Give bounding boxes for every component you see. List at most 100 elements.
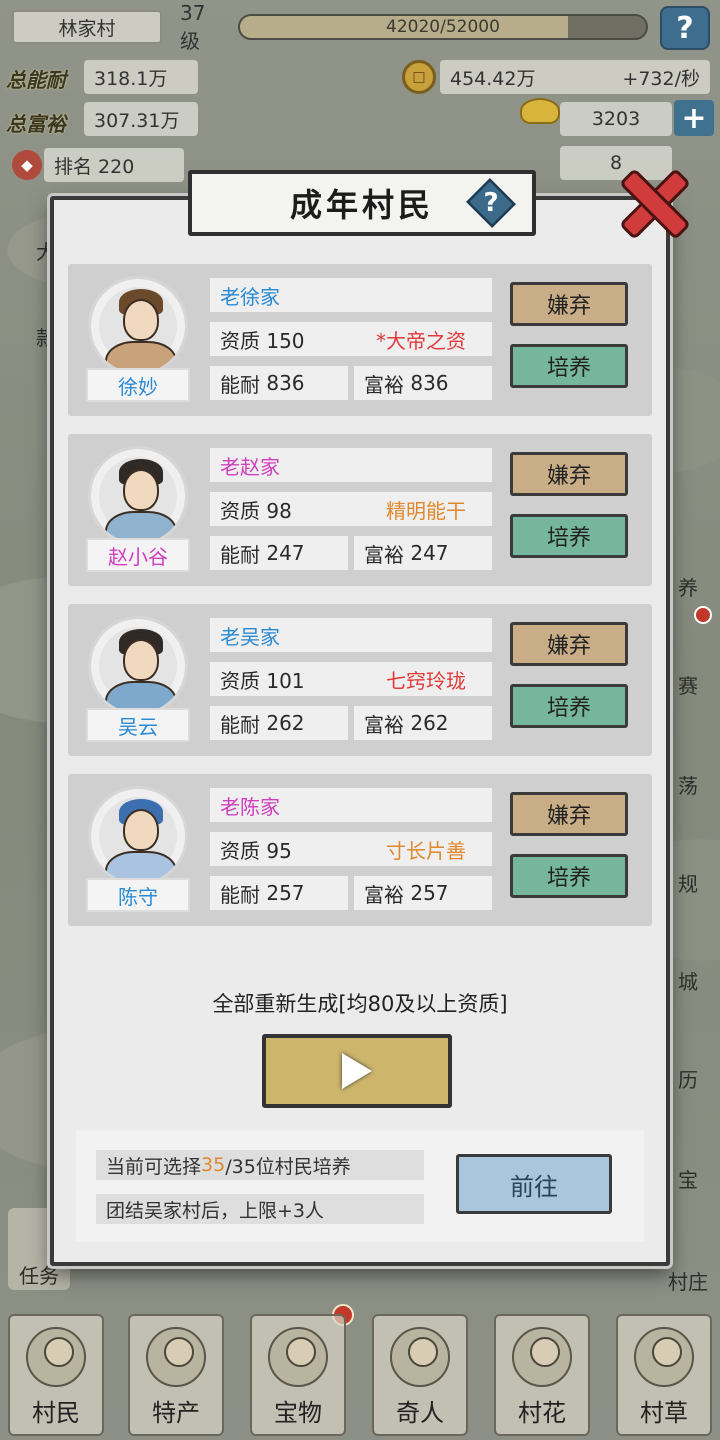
villager-talent-field: 资质 101 七窍玲珑 — [210, 662, 492, 696]
wealth-label: 富裕 — [364, 712, 404, 737]
exp-bar: 42020/52000 — [238, 14, 648, 40]
rank-icon: ◆ — [12, 150, 42, 180]
ability-label: 能耐 — [220, 542, 260, 567]
villager-name: 陈守 — [86, 878, 190, 912]
wealth-label: 富裕 — [364, 372, 404, 397]
goto-button[interactable]: 前往 — [456, 1154, 612, 1214]
wealth-label: 富裕 — [364, 882, 404, 907]
nav-talents[interactable]: 奇人 — [372, 1314, 468, 1436]
nav-label: 宝物 — [274, 1399, 322, 1427]
quota-suffix: /35位村民培养 — [225, 1155, 351, 1178]
play-video-button[interactable] — [262, 1034, 452, 1108]
ability-label: 能耐 — [220, 712, 260, 737]
coin-row: 454.42万 +732/秒 — [440, 60, 710, 94]
village-level: 37级 — [180, 0, 206, 53]
ingot-amount: 3203 — [560, 102, 672, 136]
side-item-right-6[interactable]: 宝 — [666, 1164, 710, 1193]
regenerate-all-text: 全部重新生成[均80及以上资质] — [212, 992, 508, 1016]
wealth-value: 247 — [410, 541, 449, 565]
villager-card: 徐妙 老徐家 资质 150 *大帝之资 能耐 836 富裕 836 嫌弃 培养 — [68, 264, 652, 416]
villager-wealth-field: 富裕 257 — [354, 876, 492, 910]
villager-wealth-field: 富裕 262 — [354, 706, 492, 740]
talent-value: 98 — [266, 498, 292, 523]
wealth-label: 富裕 — [364, 542, 404, 567]
villager-family: 老徐家 — [210, 278, 492, 312]
question-icon[interactable]: ? — [468, 182, 514, 224]
abandon-button[interactable]: 嫌弃 — [510, 622, 628, 666]
villager-talent-field: 资质 95 寸长片善 — [210, 832, 492, 866]
villager-card: 吴云 老吴家 资质 101 七窍玲珑 能耐 262 富裕 262 嫌弃 培养 — [68, 604, 652, 756]
talent-label: 资质 — [220, 328, 260, 353]
villager-card: 陈守 老陈家 资质 95 寸长片善 能耐 257 富裕 257 嫌弃 培养 — [68, 774, 652, 926]
villager-name: 赵小谷 — [86, 538, 190, 572]
village-name[interactable]: 林家村 — [12, 10, 162, 44]
total-ability-value: 318.1万 — [84, 60, 198, 94]
train-button[interactable]: 培养 — [510, 854, 628, 898]
talent-person-icon — [390, 1327, 450, 1387]
talent-label: 资质 — [220, 838, 260, 863]
villager-card: 赵小谷 老赵家 资质 98 精明能干 能耐 247 富裕 247 嫌弃 培养 — [68, 434, 652, 586]
abandon-button[interactable]: 嫌弃 — [510, 452, 628, 496]
side-item-right-1[interactable]: 赛 — [666, 670, 710, 699]
villager-wealth-field: 富裕 836 — [354, 366, 492, 400]
side-item-right-0[interactable]: 养 — [666, 572, 710, 601]
help-icon[interactable]: ? — [660, 6, 710, 50]
villager-talent-field: 资质 98 精明能干 — [210, 492, 492, 526]
villager-portrait — [88, 616, 188, 716]
villager-family: 老赵家 — [210, 448, 492, 482]
villager-portrait — [88, 446, 188, 546]
total-wealth-label: 总富裕 — [6, 112, 66, 136]
abandon-button[interactable]: 嫌弃 — [510, 282, 628, 326]
close-icon[interactable] — [612, 160, 692, 240]
village-belle-icon — [512, 1327, 572, 1387]
play-icon — [342, 1053, 372, 1089]
nav-treasures[interactable]: 宝物 — [250, 1314, 346, 1436]
specialty-sack-icon — [146, 1327, 206, 1387]
talent-value: 150 — [266, 328, 305, 353]
nav-label: 村草 — [640, 1399, 688, 1427]
side-item-right-4[interactable]: 城 — [666, 966, 710, 995]
villager-trait: 七窍玲珑 — [386, 668, 466, 693]
quota-current: 35 — [201, 1154, 226, 1176]
villager-trait: 寸长片善 — [386, 838, 466, 863]
villager-trait: 精明能干 — [386, 498, 466, 523]
train-quota-panel: 当前可选择 35/35位村民培养 团结吴家村后，上限+3人 前往 — [76, 1130, 644, 1242]
side-item-right-2[interactable]: 荡 — [666, 770, 710, 799]
nav-village-hunk[interactable]: 村草 — [616, 1314, 712, 1436]
wealth-value: 836 — [410, 371, 449, 395]
villager-portrait — [88, 786, 188, 886]
train-button[interactable]: 培养 — [510, 344, 628, 388]
side-item-right-5[interactable]: 历 — [666, 1064, 710, 1093]
ability-value: 836 — [266, 371, 305, 395]
total-ability-label: 总能耐 — [6, 68, 66, 92]
ability-label: 能耐 — [220, 372, 260, 397]
train-button[interactable]: 培养 — [510, 684, 628, 728]
villager-talent-field: 资质 150 *大帝之资 — [210, 322, 492, 356]
villager-family: 老吴家 — [210, 618, 492, 652]
quota-hint: 团结吴家村后，上限+3人 — [96, 1194, 424, 1224]
villager-wealth-field: 富裕 247 — [354, 536, 492, 570]
villager-ability-field: 能耐 257 — [210, 876, 348, 910]
side-item-right-3[interactable]: 规 — [666, 868, 710, 897]
total-wealth-value: 307.31万 — [84, 102, 198, 136]
coin-rate: +732/秒 — [622, 67, 700, 90]
abandon-button[interactable]: 嫌弃 — [510, 792, 628, 836]
rank-text[interactable]: 排名 220 — [44, 148, 184, 182]
nav-specialties[interactable]: 特产 — [128, 1314, 224, 1436]
train-button[interactable]: 培养 — [510, 514, 628, 558]
villager-avatar-icon — [26, 1327, 86, 1387]
villager-family: 老陈家 — [210, 788, 492, 822]
quota-line: 当前可选择 35/35位村民培养 — [96, 1150, 424, 1180]
add-ingot-button[interactable]: + — [674, 100, 714, 136]
ability-value: 257 — [266, 881, 305, 905]
villager-ability-field: 能耐 262 — [210, 706, 348, 740]
coin-amount: 454.42万 — [450, 67, 536, 90]
talent-value: 101 — [266, 668, 305, 693]
talent-label: 资质 — [220, 498, 260, 523]
ability-label: 能耐 — [220, 882, 260, 907]
nav-villagers[interactable]: 村民 — [8, 1314, 104, 1436]
nav-label: 奇人 — [396, 1399, 444, 1427]
nav-village-belle[interactable]: 村花 — [494, 1314, 590, 1436]
side-item-village[interactable]: 村庄 — [660, 1266, 716, 1295]
nav-label: 特产 — [152, 1399, 200, 1427]
